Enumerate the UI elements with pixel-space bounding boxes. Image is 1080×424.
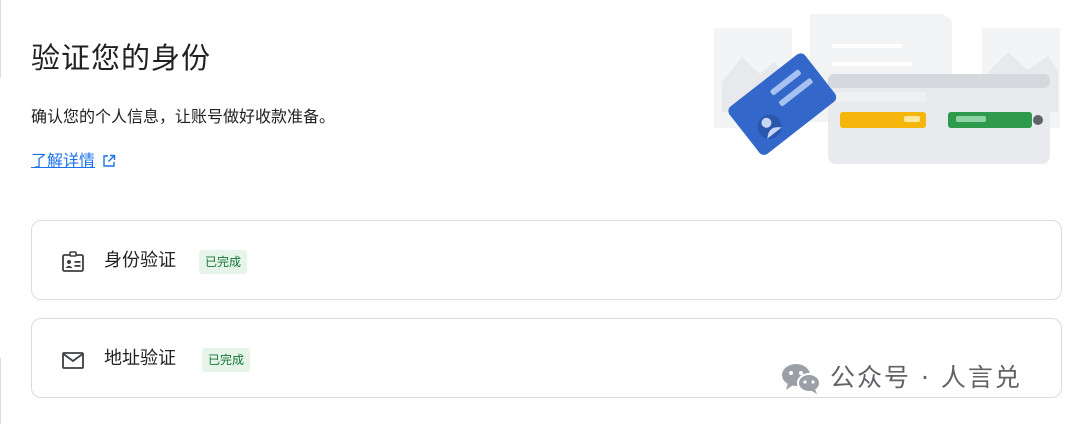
page-subtitle: 确认您的个人信息，让账号做好收款准备。 [31,107,336,126]
identity-verification-label: 身份验证 [104,250,176,271]
identity-verification-card[interactable]: 身份验证 已完成 [31,220,1062,300]
wallet-illustration [714,14,1060,164]
watermark: 公众号 · 人言兑 [780,360,1022,396]
left-divider [0,0,1,424]
status-badge: 已完成 [202,348,251,372]
external-link-icon [103,154,116,167]
learn-more-link[interactable]: 了解详情 [31,148,116,174]
status-badge: 已完成 [199,250,248,274]
left-divider-bottom [0,358,1,424]
address-verification-label: 地址验证 [104,348,176,369]
page-title: 验证您的身份 [31,41,212,75]
learn-more-label: 了解详情 [31,151,96,170]
watermark-text: 公众号 · 人言兑 [830,363,1022,392]
id-card-icon [62,251,84,272]
wechat-icon [782,364,821,394]
mail-icon [62,352,84,369]
left-divider-top [0,0,1,78]
